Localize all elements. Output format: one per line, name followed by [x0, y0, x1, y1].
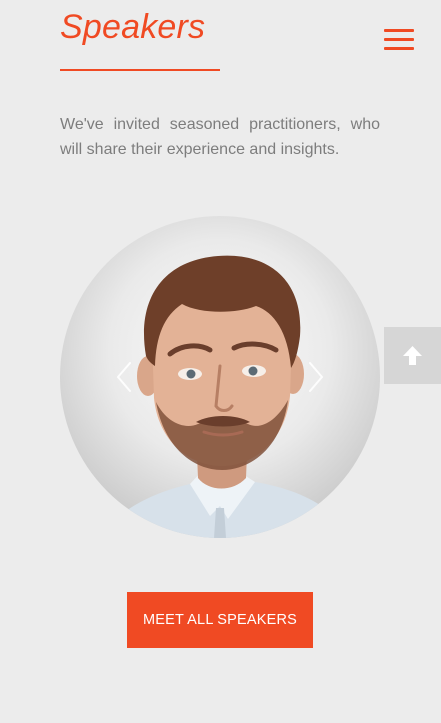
scroll-to-top-button[interactable]	[384, 327, 441, 384]
section-title: Speakers	[60, 8, 206, 46]
menu-bar-top	[384, 29, 414, 32]
menu-bar-bottom	[384, 47, 414, 50]
chevron-left-icon[interactable]	[114, 360, 134, 394]
speaker-photo[interactable]	[60, 216, 380, 538]
hamburger-menu-icon[interactable]	[384, 27, 414, 53]
speaker-portrait	[100, 255, 352, 538]
section-intro: We've invited seasoned practitioners, wh…	[60, 116, 380, 158]
title-underline	[60, 69, 220, 71]
arrow-up-icon	[403, 346, 422, 365]
meet-all-speakers-button[interactable]: MEET ALL SPEAKERS	[127, 592, 313, 648]
menu-bar-middle	[384, 38, 414, 41]
chevron-right-icon[interactable]	[306, 360, 326, 394]
